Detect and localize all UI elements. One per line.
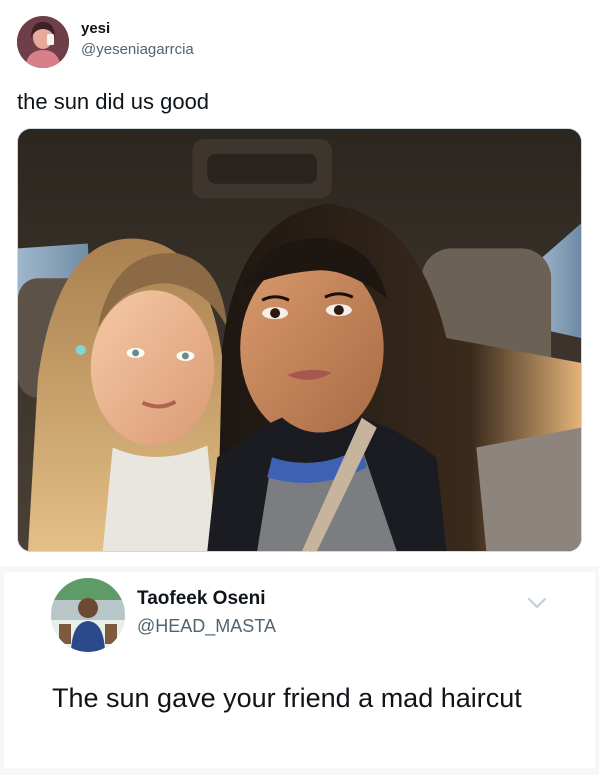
tweet-text: the sun did us good <box>17 89 210 114</box>
chevron-down-icon-shape <box>527 597 547 609</box>
original-tweet[interactable]: yesi @yeseniagarrcia the sun did us good <box>0 0 599 566</box>
reply-display-name[interactable]: Taofeek Oseni <box>137 588 265 610</box>
tweet-photo[interactable] <box>17 128 582 552</box>
chevron-down-icon[interactable] <box>526 594 548 612</box>
avatar-image <box>51 578 125 652</box>
tweet-handle[interactable]: @yeseniagarrcia <box>81 41 194 59</box>
reply-text: The sun gave your friend a mad haircut <box>52 683 522 713</box>
reply-author-avatar[interactable] <box>51 578 125 652</box>
tweet-author-avatar[interactable] <box>17 16 69 68</box>
selfie-photo-image <box>18 129 581 551</box>
tweet-display-name[interactable]: yesi <box>81 20 110 38</box>
reply-handle[interactable]: @HEAD_MASTA <box>137 615 276 637</box>
reply-card: Taofeek Oseni @HEAD_MASTA The sun gave y… <box>0 566 599 775</box>
reply-tweet[interactable]: Taofeek Oseni @HEAD_MASTA The sun gave y… <box>4 572 595 768</box>
avatar-image <box>17 16 69 68</box>
screenshot-page: yesi @yeseniagarrcia the sun did us good <box>0 0 599 775</box>
